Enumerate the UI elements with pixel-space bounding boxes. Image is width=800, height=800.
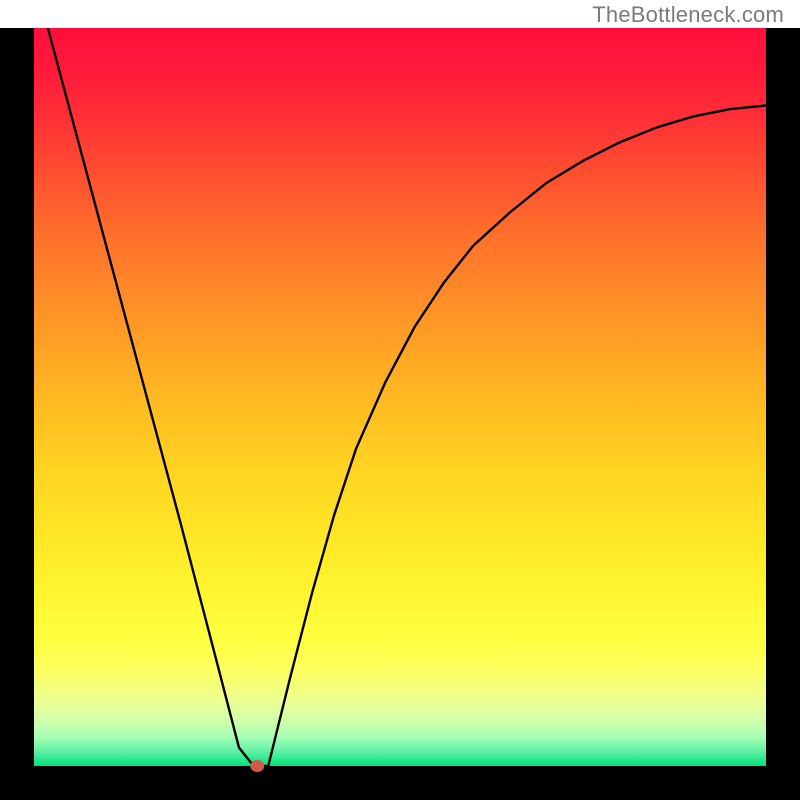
optimal-point-marker — [250, 760, 264, 772]
bottleneck-chart — [0, 0, 800, 800]
plot-background — [34, 28, 766, 766]
chart-container: TheBottleneck.com — [0, 0, 800, 800]
attribution-label: TheBottleneck.com — [592, 2, 784, 28]
